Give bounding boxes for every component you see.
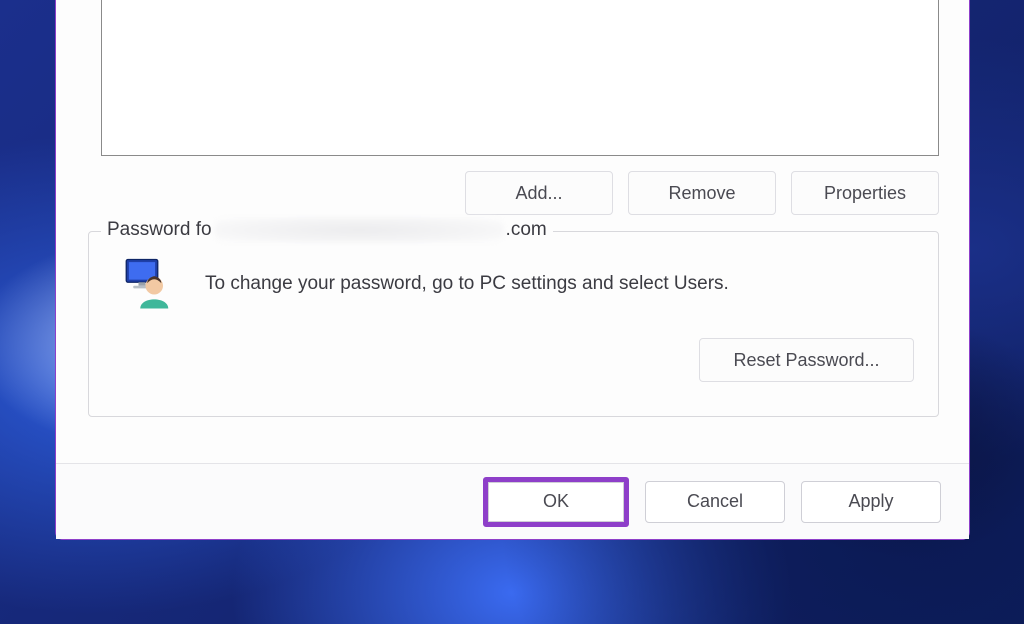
password-instruction-row: To change your password, go to PC settin… (111, 256, 916, 312)
legend-prefix: Password fo (107, 219, 212, 241)
password-fieldset: Password fo .com To change your password… (88, 231, 939, 417)
password-instruction-text: To change your password, go to PC settin… (205, 273, 729, 295)
legend-suffix: .com (506, 219, 547, 241)
ok-highlight: OK (483, 477, 629, 527)
reset-password-row: Reset Password... (111, 338, 916, 382)
users-listbox[interactable] (101, 0, 939, 156)
apply-button[interactable]: Apply (801, 481, 941, 523)
remove-button[interactable]: Remove (628, 171, 776, 215)
dialog-footer: OK Cancel Apply (56, 463, 969, 539)
user-accounts-dialog: Add... Remove Properties Password fo .co… (55, 0, 970, 540)
redacted-account (214, 217, 504, 243)
user-monitor-icon (121, 256, 177, 312)
ok-button[interactable]: OK (488, 482, 624, 522)
user-list-buttons: Add... Remove Properties (431, 171, 939, 215)
properties-button[interactable]: Properties (791, 171, 939, 215)
password-fieldset-legend: Password fo .com (101, 217, 553, 243)
reset-password-button[interactable]: Reset Password... (699, 338, 914, 382)
add-button[interactable]: Add... (465, 171, 613, 215)
cancel-button[interactable]: Cancel (645, 481, 785, 523)
